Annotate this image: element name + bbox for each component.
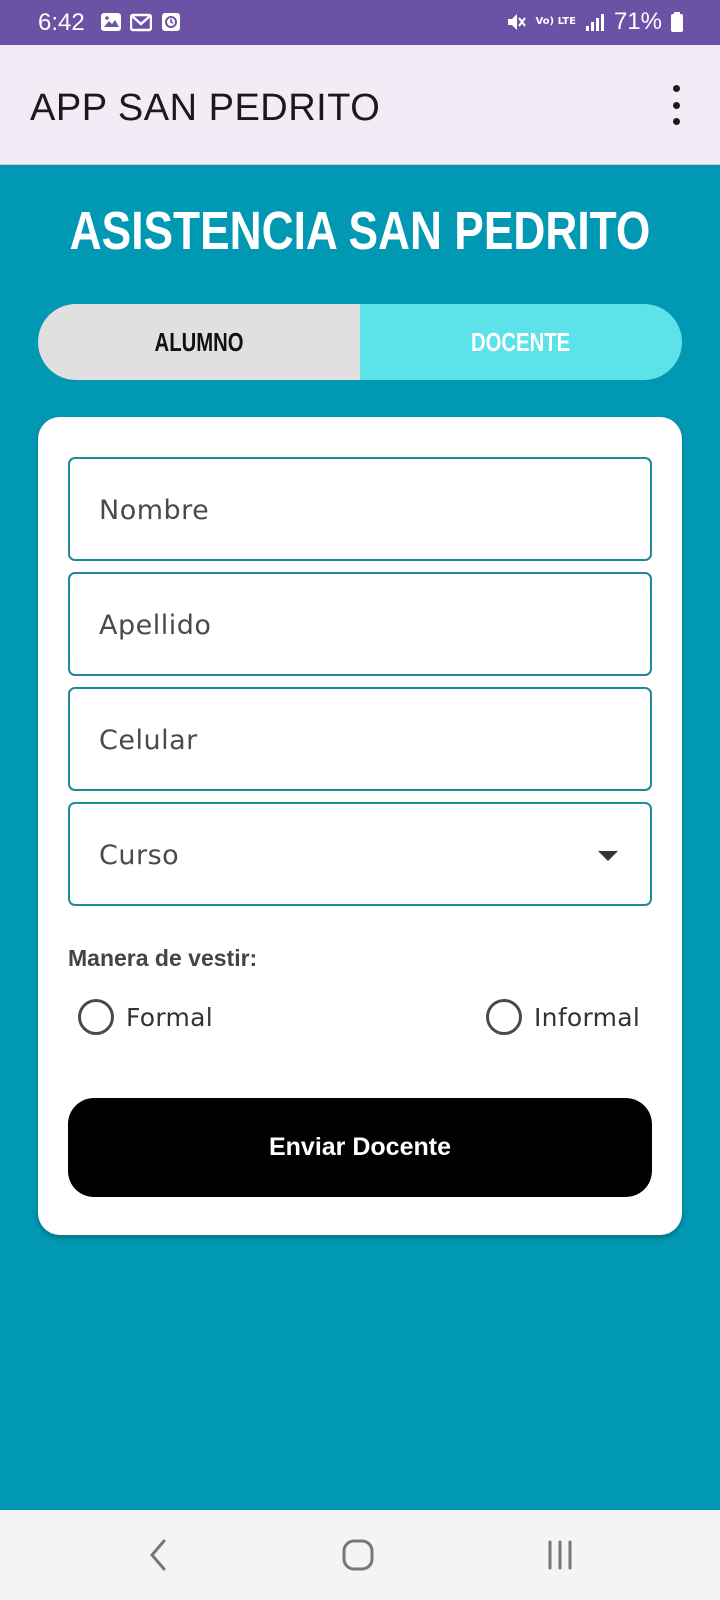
- role-toggle: ALUMNO DOCENTE: [38, 304, 682, 380]
- recents-icon[interactable]: [530, 1535, 590, 1575]
- signal-icon: [585, 14, 604, 31]
- tab-alumno[interactable]: ALUMNO: [38, 304, 360, 380]
- dropdown-arrow-icon: [598, 851, 618, 861]
- status-time: 6:42: [38, 9, 85, 36]
- curso-dropdown[interactable]: Curso: [68, 802, 652, 906]
- celular-placeholder: Celular: [99, 725, 198, 756]
- radio-informal-label: Informal: [534, 1002, 641, 1032]
- gmail-icon: [130, 13, 152, 32]
- nombre-field[interactable]: Nombre: [68, 457, 652, 561]
- radio-circle-icon: [78, 999, 114, 1035]
- manera-de-vestir-label: Manera de vestir:: [68, 945, 258, 971]
- tab-docente[interactable]: DOCENTE: [360, 304, 682, 380]
- radio-informal[interactable]: Informal: [486, 999, 640, 1035]
- celular-field[interactable]: Celular: [68, 687, 652, 791]
- apellido-field[interactable]: Apellido: [68, 572, 652, 676]
- app-bar: APP SAN PEDRITO: [0, 45, 720, 165]
- battery-percent: 71%: [613, 8, 662, 35]
- app-title: APP SAN PEDRITO: [30, 87, 381, 129]
- radio-formal[interactable]: Formal: [78, 999, 213, 1035]
- volte-icon: Vo) LTE: [535, 16, 576, 27]
- form-card: Nombre Apellido Celular Curso Manera de …: [38, 417, 682, 1235]
- curso-placeholder: Curso: [99, 840, 180, 871]
- page-title: ASISTENCIA SAN PEDRITO: [69, 201, 651, 261]
- status-bar: 6:42 Vo) LTE 71%: [0, 0, 720, 45]
- radio-circle-icon: [486, 999, 522, 1035]
- more-vert-icon[interactable]: [668, 85, 684, 125]
- battery-icon: [671, 12, 683, 32]
- nombre-placeholder: Nombre: [99, 495, 210, 526]
- enviar-docente-button[interactable]: Enviar Docente: [68, 1098, 652, 1197]
- notification-icons: [100, 12, 182, 32]
- mute-icon: [508, 14, 527, 30]
- back-icon[interactable]: [128, 1535, 188, 1575]
- apellido-placeholder: Apellido: [99, 610, 212, 641]
- radio-formal-label: Formal: [126, 1002, 214, 1032]
- system-nav-bar: [0, 1510, 720, 1600]
- image-icon: [101, 13, 121, 31]
- system-indicators: Vo) LTE 71%: [505, 8, 684, 36]
- app-notification-icon: [162, 13, 180, 31]
- home-icon[interactable]: [328, 1535, 388, 1575]
